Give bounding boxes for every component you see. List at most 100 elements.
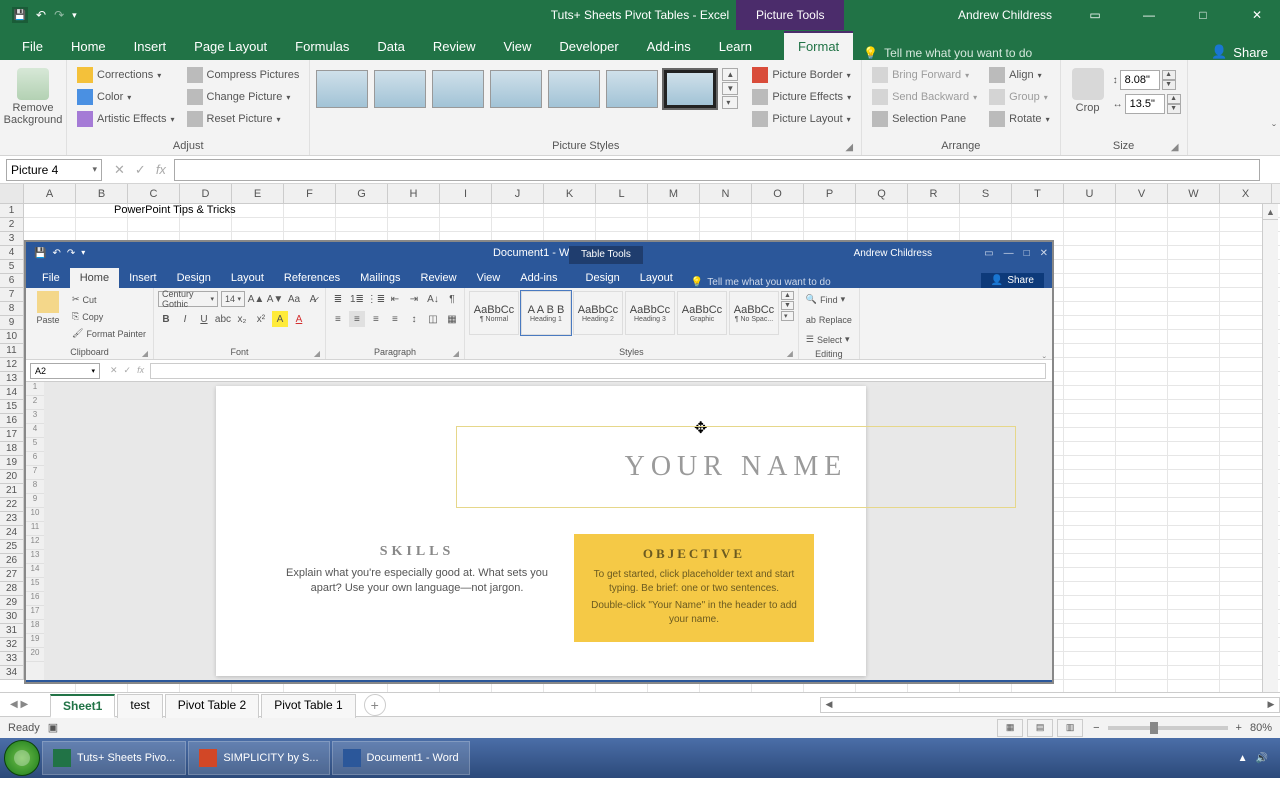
normal-view-button[interactable]: ▦ <box>997 719 1023 737</box>
tab-formulas[interactable]: Formulas <box>281 33 363 60</box>
scroll-up-icon[interactable]: ▲ <box>1263 204 1278 220</box>
taskbar-powerpoint[interactable]: SIMPLICITY by S... <box>188 741 329 775</box>
row-15[interactable]: 15 <box>0 400 24 414</box>
row-32[interactable]: 32 <box>0 638 24 652</box>
picture-layout-button[interactable]: Picture Layout▾ <box>748 108 855 130</box>
col-A[interactable]: A <box>24 184 76 203</box>
page-layout-view-button[interactable]: ▤ <box>1027 719 1053 737</box>
row-6[interactable]: 6 <box>0 274 24 288</box>
size-launcher[interactable]: ◢ <box>1171 142 1179 153</box>
row-29[interactable]: 29 <box>0 596 24 610</box>
collapse-ribbon-icon[interactable]: ˇ <box>1272 122 1276 136</box>
col-R[interactable]: R <box>908 184 960 203</box>
sheet-nav[interactable]: ◀ ▶ <box>10 699 50 710</box>
compress-pictures-button[interactable]: Compress Pictures <box>183 64 304 86</box>
picture-style-2[interactable] <box>374 70 426 108</box>
height-down[interactable]: ▼ <box>1162 80 1176 90</box>
tab-format[interactable]: Format <box>784 31 853 60</box>
row-28[interactable]: 28 <box>0 582 24 596</box>
color-button[interactable]: Color▾ <box>73 86 179 108</box>
sheet-tab-pivot-table-1[interactable]: Pivot Table 1 <box>261 694 356 718</box>
col-N[interactable]: N <box>700 184 752 203</box>
tab-addins[interactable]: Add-ins <box>633 33 705 60</box>
align-button[interactable]: Align▾ <box>985 64 1053 86</box>
hscroll-right-icon[interactable]: ▶ <box>1263 699 1279 710</box>
col-F[interactable]: F <box>284 184 336 203</box>
col-T[interactable]: T <box>1012 184 1064 203</box>
start-button[interactable] <box>4 740 40 776</box>
picture-style-3[interactable] <box>432 70 484 108</box>
save-icon[interactable]: 💾 <box>12 7 28 23</box>
undo-icon[interactable]: ↶ <box>36 8 46 22</box>
taskbar-excel[interactable]: Tuts+ Sheets Pivo... <box>42 741 186 775</box>
send-backward-button[interactable]: Send Backward▾ <box>868 86 981 108</box>
col-M[interactable]: M <box>648 184 700 203</box>
formula-bar[interactable] <box>174 159 1260 181</box>
minimize-icon[interactable]: — <box>1126 0 1172 30</box>
col-G[interactable]: G <box>336 184 388 203</box>
row-3[interactable]: 3 <box>0 232 24 246</box>
picture-style-6[interactable] <box>606 70 658 108</box>
col-V[interactable]: V <box>1116 184 1168 203</box>
taskbar-word[interactable]: Document1 - Word <box>332 741 470 775</box>
col-C[interactable]: C <box>128 184 180 203</box>
enter-formula-icon[interactable]: ✓ <box>135 162 146 178</box>
row-24[interactable]: 24 <box>0 526 24 540</box>
col-X[interactable]: X <box>1220 184 1272 203</box>
row-5[interactable]: 5 <box>0 260 24 274</box>
col-U[interactable]: U <box>1064 184 1116 203</box>
row-16[interactable]: 16 <box>0 414 24 428</box>
volume-icon[interactable]: 🔊 <box>1256 753 1268 764</box>
picture-effects-button[interactable]: Picture Effects▾ <box>748 86 855 108</box>
col-B[interactable]: B <box>76 184 128 203</box>
system-tray[interactable]: ▲ 🔊 <box>1238 753 1276 764</box>
qat-customize-icon[interactable]: ▾ <box>72 10 77 21</box>
col-D[interactable]: D <box>180 184 232 203</box>
height-up[interactable]: ▲ <box>1162 70 1176 80</box>
bring-forward-button[interactable]: Bring Forward▾ <box>868 64 981 86</box>
styles-gallery-more[interactable]: ▾ <box>722 96 738 109</box>
sheet-tab-test[interactable]: test <box>117 694 162 718</box>
tab-learn[interactable]: Learn <box>705 33 766 60</box>
user-name[interactable]: Andrew Childress <box>958 8 1052 22</box>
tab-developer[interactable]: Developer <box>545 33 632 60</box>
col-P[interactable]: P <box>804 184 856 203</box>
col-K[interactable]: K <box>544 184 596 203</box>
rotate-button[interactable]: Rotate▾ <box>985 108 1053 130</box>
picture-style-5[interactable] <box>548 70 600 108</box>
width-down[interactable]: ▼ <box>1167 104 1181 114</box>
zoom-slider[interactable] <box>1108 726 1228 730</box>
horizontal-scrollbar[interactable]: ◀ ▶ <box>820 697 1280 713</box>
name-box[interactable]: Picture 4 ▾ <box>6 159 102 181</box>
close-icon[interactable]: ✕ <box>1234 0 1280 30</box>
row-13[interactable]: 13 <box>0 372 24 386</box>
row-34[interactable]: 34 <box>0 666 24 680</box>
row-2[interactable]: 2 <box>0 218 24 232</box>
macro-record-icon[interactable]: ▣ <box>48 721 58 734</box>
col-H[interactable]: H <box>388 184 440 203</box>
crop-button[interactable]: Crop <box>1067 64 1109 118</box>
styles-row-down[interactable]: ▼ <box>722 82 738 95</box>
col-I[interactable]: I <box>440 184 492 203</box>
row-20[interactable]: 20 <box>0 470 24 484</box>
row-30[interactable]: 30 <box>0 610 24 624</box>
picture-border-button[interactable]: Picture Border▾ <box>748 64 855 86</box>
styles-row-up[interactable]: ▲ <box>722 68 738 81</box>
sheet-tab-pivot-table-2[interactable]: Pivot Table 2 <box>165 694 260 718</box>
row-7[interactable]: 7 <box>0 288 24 302</box>
selection-pane-button[interactable]: Selection Pane <box>868 108 981 130</box>
height-input[interactable]: ↕ ▲▼ <box>1113 70 1181 90</box>
col-J[interactable]: J <box>492 184 544 203</box>
row-14[interactable]: 14 <box>0 386 24 400</box>
width-up[interactable]: ▲ <box>1167 94 1181 104</box>
row-26[interactable]: 26 <box>0 554 24 568</box>
sheet-tab-sheet1[interactable]: Sheet1 <box>50 694 115 718</box>
picture-style-1[interactable] <box>316 70 368 108</box>
row-22[interactable]: 22 <box>0 498 24 512</box>
reset-picture-button[interactable]: Reset Picture▾ <box>183 108 304 130</box>
row-18[interactable]: 18 <box>0 442 24 456</box>
row-10[interactable]: 10 <box>0 330 24 344</box>
tab-home[interactable]: Home <box>57 33 120 60</box>
tab-file[interactable]: File <box>8 33 57 60</box>
name-box-dropdown-icon[interactable]: ▾ <box>92 164 97 175</box>
